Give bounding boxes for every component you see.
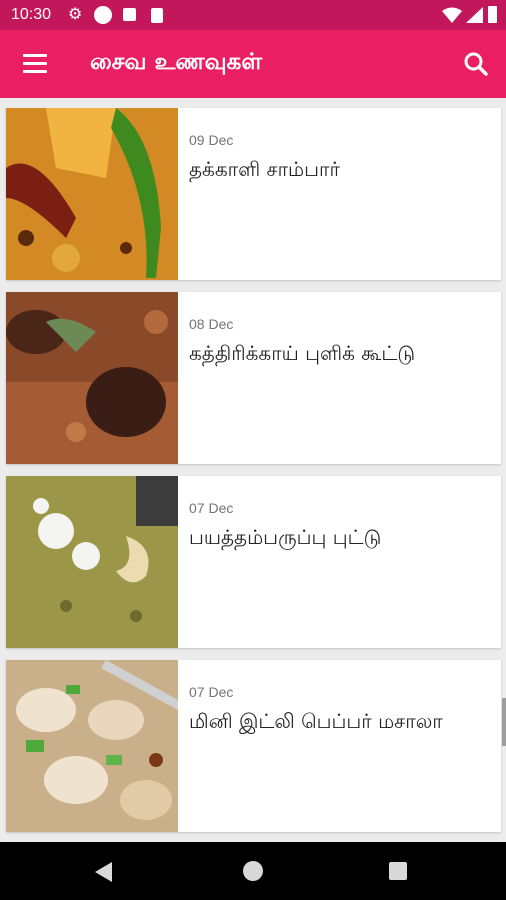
recipe-date: 07 Dec bbox=[189, 684, 234, 700]
recents-icon[interactable] bbox=[389, 862, 407, 880]
list-item[interactable]: 07 Dec மினி இட்லி பெப்பர் மசாலா bbox=[6, 660, 501, 832]
recipe-title: பயத்தம்பருப்பு புட்டு bbox=[189, 525, 382, 549]
recipe-list: 09 Dec தக்காளி சாம்பார் 08 Dec கத்திரிக்… bbox=[0, 98, 506, 842]
sd-card-icon bbox=[151, 8, 163, 23]
back-icon[interactable] bbox=[94, 861, 114, 887]
wifi-icon bbox=[442, 7, 462, 27]
home-icon[interactable] bbox=[243, 861, 263, 881]
search-icon[interactable] bbox=[462, 50, 490, 78]
recipe-date: 08 Dec bbox=[189, 316, 234, 332]
hamburger-menu-icon[interactable] bbox=[23, 54, 47, 74]
recipe-title: மினி இட்லி பெப்பர் மசாலா bbox=[189, 709, 443, 733]
app-bar: சைவ உணவுகள் bbox=[0, 30, 506, 98]
signal-icon bbox=[466, 7, 483, 27]
status-time: 10:30 bbox=[11, 6, 52, 23]
status-bar: 10:30 ⚙ bbox=[0, 0, 506, 30]
nav-bar bbox=[0, 842, 506, 900]
scrollbar-thumb[interactable] bbox=[502, 698, 506, 746]
notification-icon bbox=[123, 8, 136, 21]
list-item[interactable]: 07 Dec பயத்தம்பருப்பு புட்டு bbox=[6, 476, 501, 648]
recipe-date: 07 Dec bbox=[189, 500, 234, 516]
tomato-sambar-photo bbox=[6, 108, 178, 280]
recipe-date: 09 Dec bbox=[189, 132, 234, 148]
recipe-title: கத்திரிக்காய் புளிக் கூட்டு bbox=[189, 341, 416, 365]
page-title: சைவ உணவுகள் bbox=[90, 49, 263, 75]
list-item[interactable]: 09 Dec தக்காளி சாம்பார் bbox=[6, 108, 501, 280]
mini-idli-pepper-masala-photo bbox=[6, 660, 178, 832]
moong-dal-puttu-photo bbox=[6, 476, 178, 648]
gear-icon: ⚙ bbox=[68, 4, 83, 23]
battery-icon bbox=[488, 6, 497, 23]
brinjal-kootu-photo bbox=[6, 292, 178, 464]
list-item[interactable]: 08 Dec கத்திரிக்காய் புளிக் கூட்டு bbox=[6, 292, 501, 464]
recipe-title: தக்காளி சாம்பார் bbox=[189, 157, 340, 181]
circle-icon bbox=[94, 6, 112, 24]
